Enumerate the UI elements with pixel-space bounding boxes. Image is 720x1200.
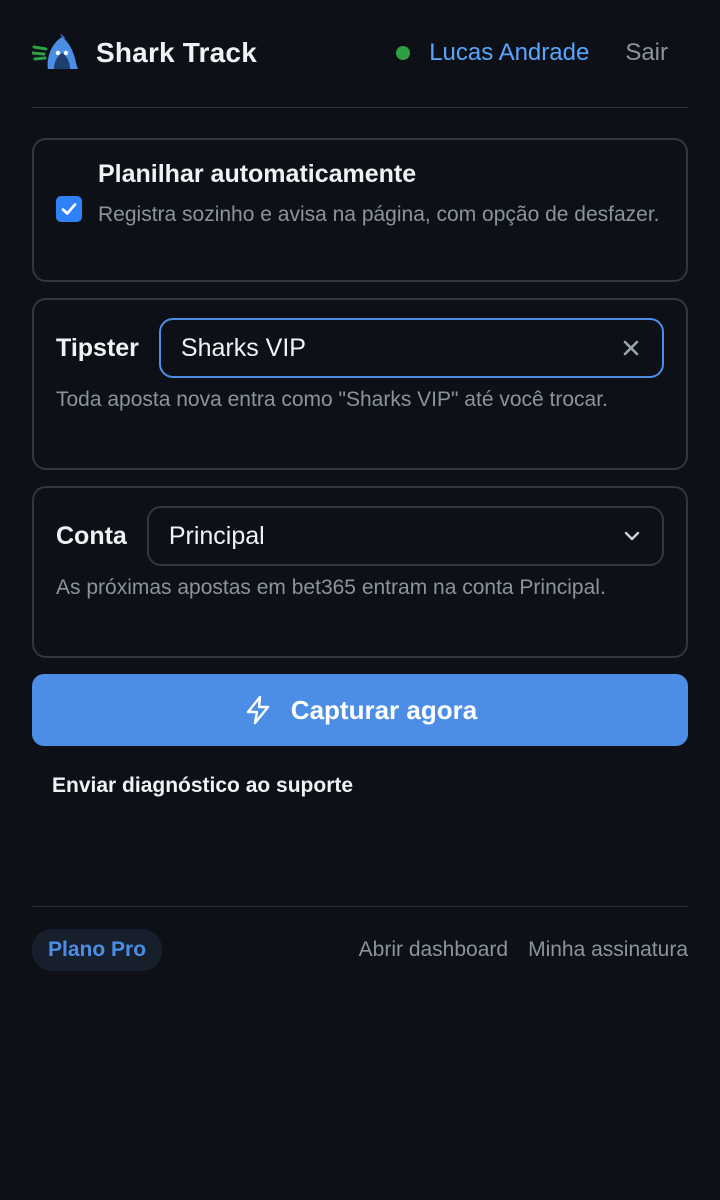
capture-now-button[interactable]: Capturar agora	[32, 674, 688, 746]
account-label: Conta	[56, 521, 127, 550]
send-diagnostic-link[interactable]: Enviar diagnóstico ao suporte	[52, 774, 688, 798]
auto-sheet-checkbox[interactable]	[56, 196, 82, 222]
auto-sheet-card: Planilhar automaticamente Registra sozin…	[32, 138, 688, 282]
auto-sheet-text: Planilhar automaticamente Registra sozin…	[98, 160, 660, 280]
lightning-bolt-icon	[246, 695, 269, 725]
auto-sheet-title: Planilhar automaticamente	[98, 160, 417, 188]
user-name-link[interactable]: Lucas Andrade	[429, 39, 589, 67]
tipster-input[interactable]: Sharks VIP	[158, 318, 664, 378]
account-select-value[interactable]: Principal	[169, 522, 622, 551]
tipster-row: Tipster Sharks VIP	[56, 318, 664, 378]
account-select[interactable]: Principal	[146, 506, 664, 566]
account-card: Conta Principal As próximas apostas em b…	[32, 486, 688, 658]
chevron-down-icon[interactable]	[622, 526, 642, 546]
tipster-card: Tipster Sharks VIP Toda aposta nova entr…	[32, 298, 688, 470]
logout-button[interactable]: Sair	[625, 39, 668, 67]
plan-badge: Plano Pro	[32, 929, 163, 971]
auto-sheet-description: Registra sozinho e avisa na página, com …	[98, 203, 660, 226]
check-icon	[61, 203, 77, 215]
shark-logo-icon	[32, 32, 80, 73]
brand-name: Shark Track	[96, 36, 257, 68]
open-dashboard-link[interactable]: Abrir dashboard	[359, 938, 508, 962]
capture-now-label: Capturar agora	[290, 694, 478, 725]
close-icon[interactable]	[620, 337, 642, 359]
account-help-text: As próximas apostas em bet365 entram na …	[56, 576, 606, 599]
account-row: Conta Principal	[56, 506, 664, 566]
popup-page: Shark Track Lucas Andrade Sair Planilhar…	[0, 0, 720, 1200]
tipster-input-value[interactable]: Sharks VIP	[181, 334, 620, 363]
tipster-help-text: Toda aposta nova entra como "Sharks VIP"…	[56, 388, 608, 411]
tipster-label: Tipster	[56, 333, 139, 362]
my-subscription-link[interactable]: Minha assinatura	[528, 938, 688, 962]
header: Shark Track Lucas Andrade Sair	[32, 0, 688, 108]
footer: Plano Pro Abrir dashboard Minha assinatu…	[32, 906, 688, 971]
online-status-indicator	[396, 45, 411, 60]
